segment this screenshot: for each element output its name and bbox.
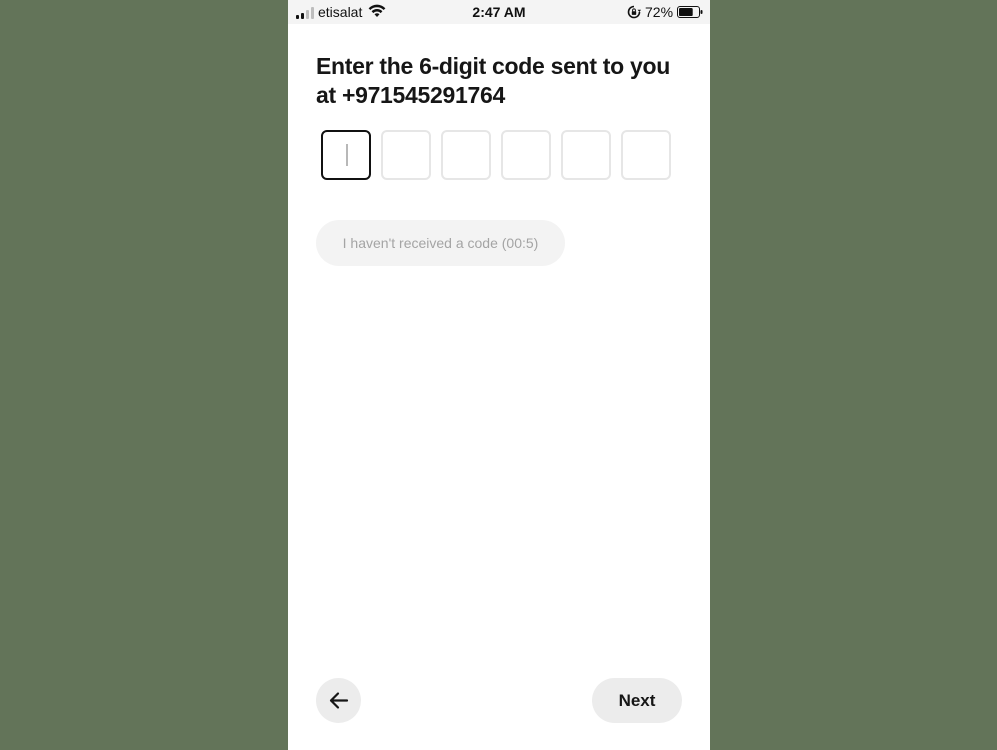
next-button[interactable]: Next [592,678,682,723]
resend-code-button[interactable]: I haven't received a code (00:5) [316,220,565,266]
text-cursor [346,144,348,166]
page-title: Enter the 6-digit code sent to you at +9… [316,53,670,108]
rotation-lock-icon [627,5,641,19]
code-digit-2-input[interactable] [381,130,431,180]
code-digit-6-input[interactable] [621,130,671,180]
status-bar: etisalat 2:47 AM 72% [288,0,710,24]
phone-screen: etisalat 2:47 AM 72% Enter the 6-digit c… [288,0,710,750]
code-digit-1-input[interactable] [321,130,371,180]
battery-percent: 72% [645,4,674,20]
arrow-left-icon [329,692,349,709]
code-input-group [321,130,671,180]
code-digit-4-input[interactable] [501,130,551,180]
code-digit-3-input[interactable] [441,130,491,180]
battery-icon [677,6,703,18]
code-digit-5-input[interactable] [561,130,611,180]
back-button[interactable] [316,678,361,723]
